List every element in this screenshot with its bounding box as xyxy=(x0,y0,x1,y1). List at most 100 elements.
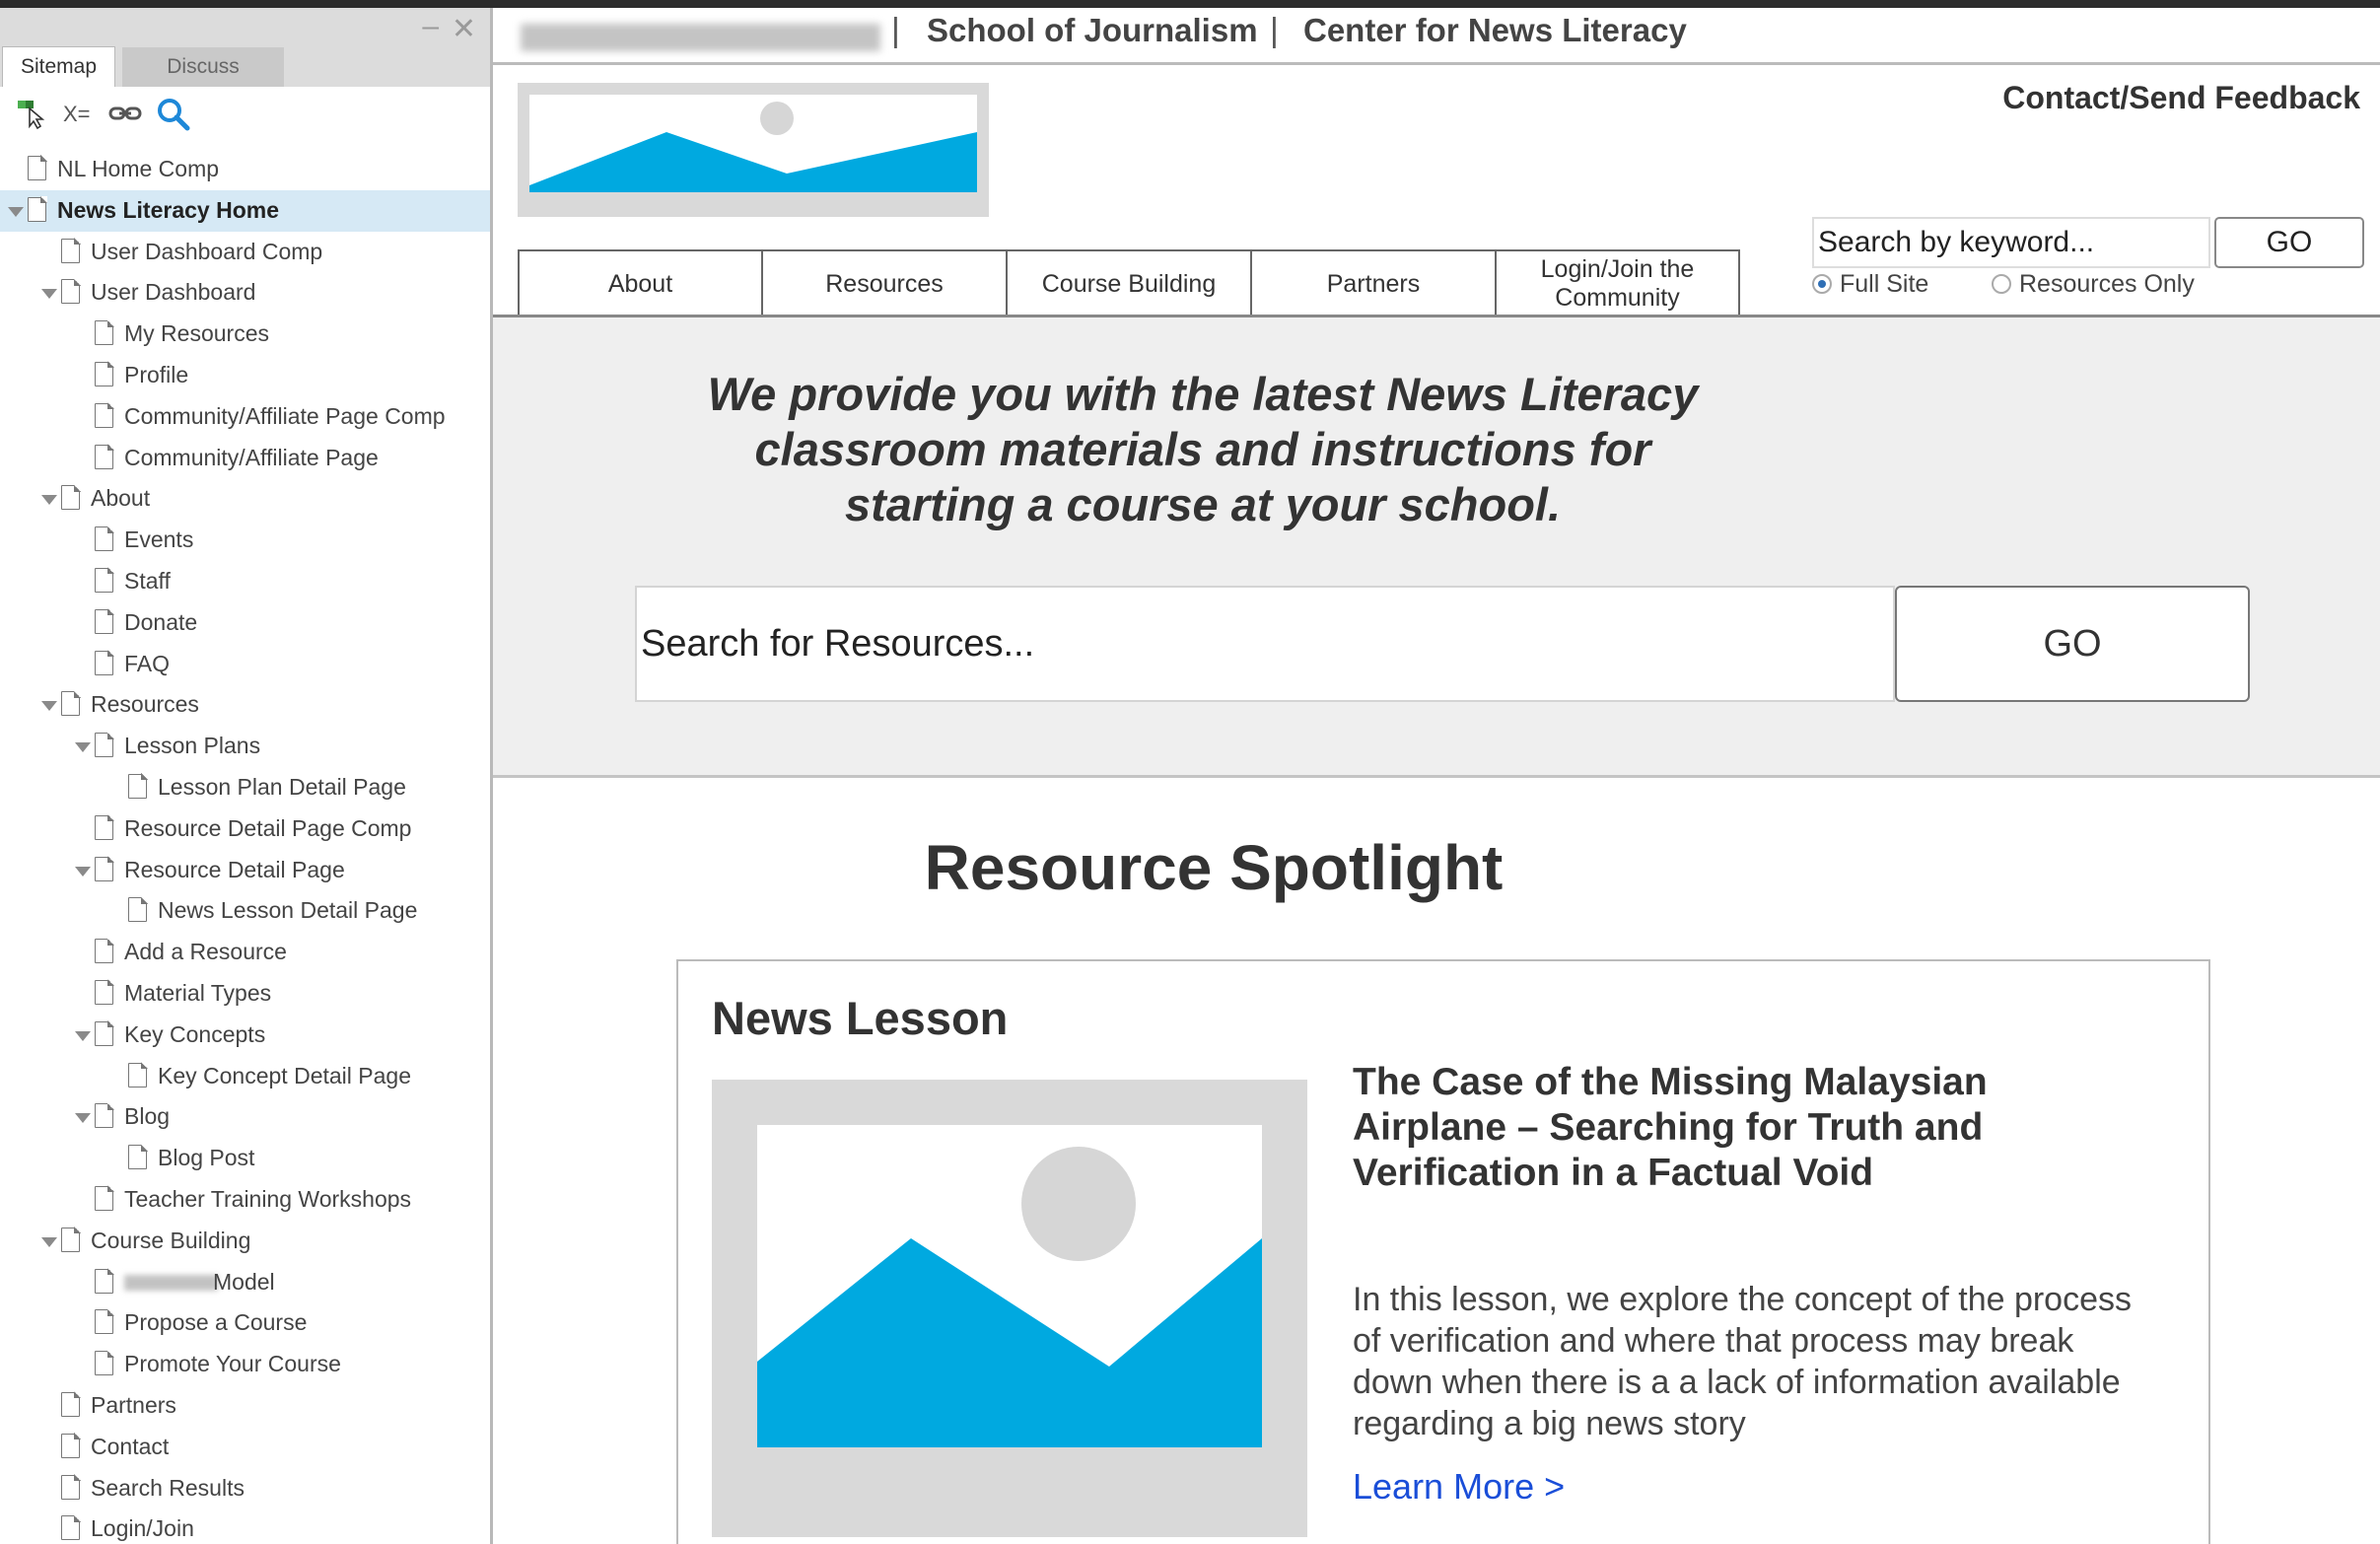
expand-caret-icon[interactable] xyxy=(75,1030,91,1041)
expand-caret-icon[interactable] xyxy=(41,495,57,506)
sitemap-node[interactable]: Events xyxy=(0,520,490,561)
header-separator: | xyxy=(891,12,900,49)
sitemap-node[interactable]: Login/Join xyxy=(0,1509,490,1544)
sitemap-node-label: Lesson Plan Detail Page xyxy=(158,773,406,800)
nav-partners[interactable]: Partners xyxy=(1252,251,1497,316)
sitemap-node-label: Model xyxy=(213,1268,275,1295)
close-icon[interactable]: ✕ xyxy=(452,12,476,46)
tab-sitemap[interactable]: Sitemap xyxy=(2,46,116,87)
sitemap-node-label: Key Concept Detail Page xyxy=(158,1062,411,1088)
expand-caret-icon[interactable] xyxy=(41,289,57,300)
sitemap-node[interactable]: Teacher Training Workshops xyxy=(0,1179,490,1221)
nav-about[interactable]: About xyxy=(520,251,763,316)
resource-go-button[interactable]: GO xyxy=(1895,586,2250,702)
expand-caret-icon[interactable] xyxy=(8,206,24,217)
sitemap-node[interactable]: Community/Affiliate Page xyxy=(0,438,490,479)
sitemap-node[interactable]: Material Types xyxy=(0,973,490,1015)
sitemap-toolbar: X= xyxy=(0,87,490,142)
keyword-search-input[interactable]: Search by keyword... xyxy=(1812,217,2210,268)
keyword-go-button[interactable]: GO xyxy=(2214,217,2364,268)
sitemap-node[interactable]: Lesson Plan Detail Page xyxy=(0,767,490,808)
minimize-icon[interactable]: – xyxy=(422,10,439,43)
link-icon[interactable] xyxy=(108,97,142,132)
radio-resources-only[interactable]: Resources Only xyxy=(1992,270,2195,299)
sitemap-node[interactable]: Resources xyxy=(0,684,490,726)
nav-resources[interactable]: Resources xyxy=(763,251,1008,316)
sitemap-node-label: Login/Join xyxy=(91,1515,194,1542)
sitemap-node[interactable]: Blog Post xyxy=(0,1138,490,1179)
sitemap-node-label: News Lesson Detail Page xyxy=(158,897,418,924)
expand-caret-icon[interactable] xyxy=(75,866,91,877)
sitemap-node[interactable]: News Literacy Home xyxy=(0,189,490,232)
page-icon xyxy=(95,1350,114,1376)
spotlight-title: Resource Spotlight xyxy=(924,832,1504,903)
sitemap-node[interactable]: Lesson Plans xyxy=(0,726,490,767)
sitemap-node[interactable]: Contact xyxy=(0,1427,490,1468)
page-icon xyxy=(61,1473,81,1500)
fields-icon[interactable]: X= xyxy=(63,97,91,132)
sitemap-node[interactable]: Add a Resource xyxy=(0,932,490,973)
radio-full-site[interactable]: Full Site xyxy=(1812,270,1928,299)
add-page-icon[interactable] xyxy=(16,97,49,132)
radio-selected-icon[interactable] xyxy=(1812,274,1832,294)
resource-search-input[interactable]: Search for Resources... xyxy=(635,586,1895,702)
sitemap-node[interactable]: Model xyxy=(0,1262,490,1303)
sitemap-node[interactable]: FAQ xyxy=(0,644,490,685)
center-link[interactable]: Center for News Literacy xyxy=(1303,12,1687,49)
lesson-image-placeholder xyxy=(712,1080,1307,1537)
sitemap-node-label: My Resources xyxy=(124,320,269,347)
sitemap-node[interactable]: Search Results xyxy=(0,1468,490,1509)
sitemap-node[interactable]: User Dashboard xyxy=(0,272,490,314)
image-placeholder-icon xyxy=(529,102,977,192)
sitemap-node[interactable]: News Lesson Detail Page xyxy=(0,890,490,932)
sitemap-node-label: Blog Post xyxy=(158,1145,255,1171)
page-icon xyxy=(95,361,114,386)
page-icon xyxy=(95,732,114,758)
sitemap-node[interactable]: NL Home Comp xyxy=(0,149,490,190)
sitemap-node[interactable]: Propose a Course xyxy=(0,1302,490,1344)
sitemap-node[interactable]: Profile xyxy=(0,355,490,396)
sitemap-node[interactable]: About xyxy=(0,478,490,520)
sitemap-node[interactable]: Donate xyxy=(0,602,490,644)
sitemap-node[interactable]: Blog xyxy=(0,1096,490,1138)
contact-feedback-link[interactable]: Contact/Send Feedback xyxy=(2002,80,2360,116)
tab-discuss[interactable]: Discuss xyxy=(122,47,284,87)
main-nav: About Resources Course Building Partners… xyxy=(518,249,1740,316)
sitemap-node-label: User Dashboard xyxy=(91,279,256,306)
page-icon xyxy=(61,1391,81,1417)
sitemap-node[interactable]: Key Concept Detail Page xyxy=(0,1056,490,1097)
sitemap-node-label: Propose a Course xyxy=(124,1309,308,1336)
sitemap-node[interactable]: Resource Detail Page xyxy=(0,850,490,891)
page-icon xyxy=(61,278,81,305)
learn-more-link[interactable]: Learn More > xyxy=(1353,1466,1565,1508)
lesson-description: In this lesson, we explore the concept o… xyxy=(1353,1281,2133,1442)
sitemap-node[interactable]: Partners xyxy=(0,1385,490,1427)
wireframe-page: | School of Journalism | Center for News… xyxy=(493,8,2380,1544)
lesson-title[interactable]: The Case of the Missing Malaysian Airpla… xyxy=(1353,1060,2082,1196)
expand-caret-icon[interactable] xyxy=(75,1113,91,1124)
page-icon xyxy=(28,155,47,180)
page-icon xyxy=(95,319,114,346)
school-link[interactable]: School of Journalism xyxy=(927,12,1258,49)
expand-caret-icon[interactable] xyxy=(41,701,57,712)
sitemap-node[interactable]: My Resources xyxy=(0,314,490,355)
sitemap-node[interactable]: Promote Your Course xyxy=(0,1344,490,1385)
sitemap-node-label: NL Home Comp xyxy=(57,156,220,181)
sitemap-node[interactable]: Community/Affiliate Page Comp xyxy=(0,396,490,438)
sitemap-node-label: Blog xyxy=(124,1103,171,1130)
sitemap-node[interactable]: Resource Detail Page Comp xyxy=(0,808,490,850)
sitemap-node[interactable]: Key Concepts xyxy=(0,1015,490,1056)
sitemap-node[interactable]: Course Building xyxy=(0,1221,490,1262)
sitemap-node[interactable]: Staff xyxy=(0,561,490,602)
page-icon xyxy=(95,402,114,428)
expand-caret-icon[interactable] xyxy=(41,1236,57,1247)
radio-unselected-icon[interactable] xyxy=(1992,274,2011,294)
nav-course-building[interactable]: Course Building xyxy=(1008,251,1252,316)
search-icon[interactable] xyxy=(156,97,191,132)
sitemap-node[interactable]: User Dashboard Comp xyxy=(0,232,490,273)
expand-caret-icon[interactable] xyxy=(75,742,91,753)
nav-login-join[interactable]: Login/Join the Community xyxy=(1497,251,1738,316)
page-icon xyxy=(61,690,81,717)
page-icon xyxy=(95,979,114,1005)
page-icon xyxy=(61,1514,81,1541)
